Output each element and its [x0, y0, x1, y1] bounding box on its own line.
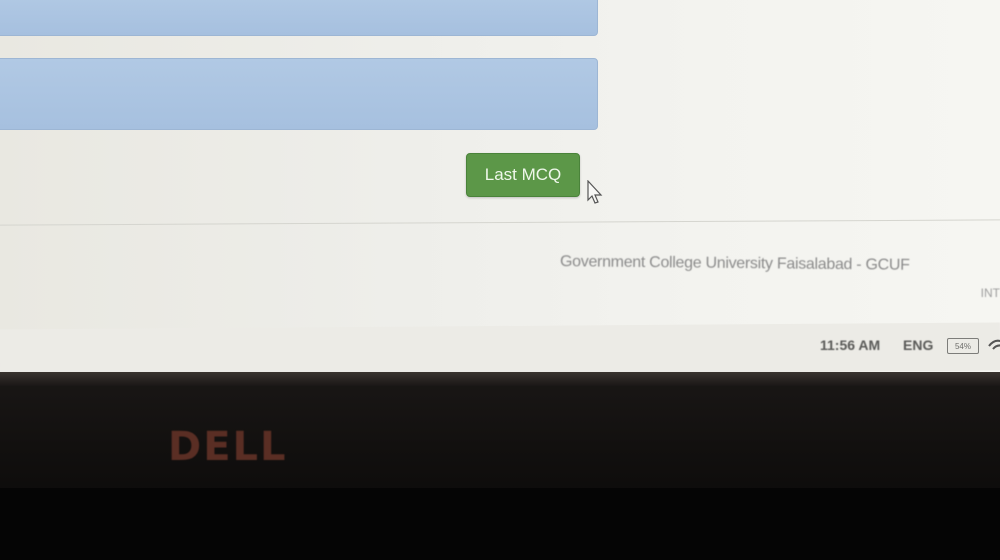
answer-field[interactable]: [0, 58, 598, 130]
edge-cutoff-text: INT: [980, 286, 1000, 300]
tray-language[interactable]: ENG: [903, 337, 933, 353]
battery-level: 54%: [954, 341, 971, 351]
last-mcq-button[interactable]: Last MCQ: [466, 153, 580, 197]
tray-clock[interactable]: 11:56 AM: [820, 337, 880, 353]
footer-copyright: Government College University Faisalabad…: [559, 253, 910, 274]
bezel-edge: [0, 488, 1000, 560]
mouse-cursor-icon: [587, 180, 603, 204]
answer-field-previous[interactable]: [0, 0, 598, 36]
bezel-highlight: [0, 372, 1000, 386]
footer-divider: [0, 219, 1000, 226]
last-mcq-button-label: Last MCQ: [484, 165, 562, 184]
battery-icon[interactable]: 54%: [947, 338, 979, 354]
wifi-icon[interactable]: [986, 332, 1000, 352]
brand-logo: DELL: [168, 424, 288, 470]
